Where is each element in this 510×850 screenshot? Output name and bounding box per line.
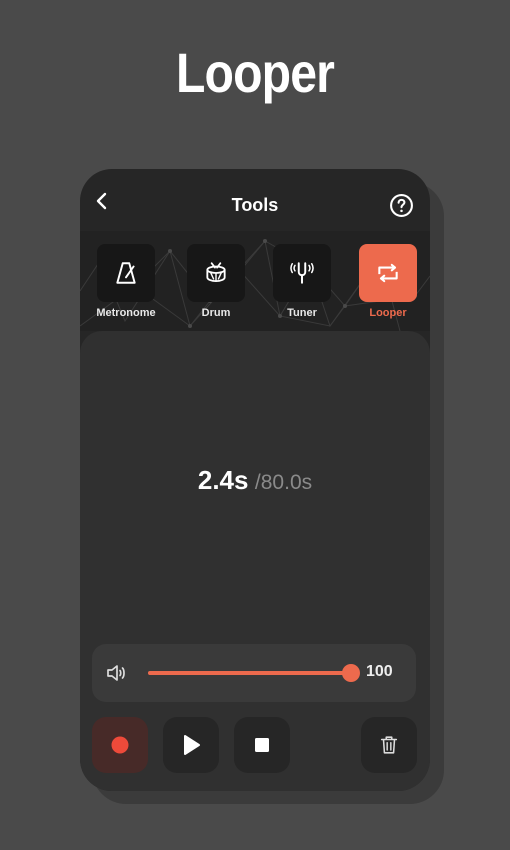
tool-tuner[interactable]: Tuner [273, 244, 331, 319]
volume-slider[interactable] [148, 664, 360, 682]
phone-screen: Tools Metronome Drum Tuner Looper 2.4s /… [80, 169, 430, 791]
volume-slider-thumb[interactable] [342, 664, 360, 682]
time-readout: 2.4s /80.0s [80, 465, 430, 496]
trash-icon [380, 736, 398, 754]
record-icon [111, 736, 129, 754]
play-button[interactable] [163, 717, 219, 773]
tools-strip: Metronome Drum Tuner Looper [80, 231, 430, 331]
time-current: 2.4s [197, 465, 249, 495]
drum-icon [206, 262, 226, 283]
tuning-fork-icon [290, 262, 314, 284]
metronome-icon [116, 262, 136, 284]
top-bar: Tools [80, 169, 430, 231]
speaker-icon[interactable] [104, 661, 128, 685]
tool-label-metronome: Metronome [96, 307, 156, 319]
volume-slider-fill [148, 671, 351, 675]
volume-bar: 100 [92, 644, 416, 702]
tool-looper[interactable]: Looper [359, 244, 417, 319]
tool-metronome-tile[interactable] [97, 244, 155, 302]
stop-button[interactable] [234, 717, 290, 773]
play-icon [184, 735, 200, 755]
tool-label-looper: Looper [369, 307, 407, 319]
loop-icon [378, 263, 398, 283]
stop-icon [255, 738, 269, 752]
looper-panel: 2.4s /80.0s 100 [80, 331, 430, 791]
tool-drum-tile[interactable] [187, 244, 245, 302]
tool-looper-tile[interactable] [359, 244, 417, 302]
time-total: /80.0s [254, 471, 313, 494]
tool-label-tuner: Tuner [287, 307, 317, 319]
volume-value: 100 [366, 663, 393, 680]
tool-tuner-tile[interactable] [273, 244, 331, 302]
page-title: Tools [231, 195, 279, 215]
help-button[interactable] [389, 193, 414, 218]
tool-metronome[interactable]: Metronome [96, 244, 156, 319]
delete-button[interactable] [361, 717, 417, 773]
help-circle-icon [390, 194, 413, 217]
tool-drum[interactable]: Drum [187, 244, 245, 319]
tool-label-drum: Drum [201, 307, 231, 319]
record-button[interactable] [92, 717, 148, 773]
hero-title: Looper [175, 41, 335, 104]
